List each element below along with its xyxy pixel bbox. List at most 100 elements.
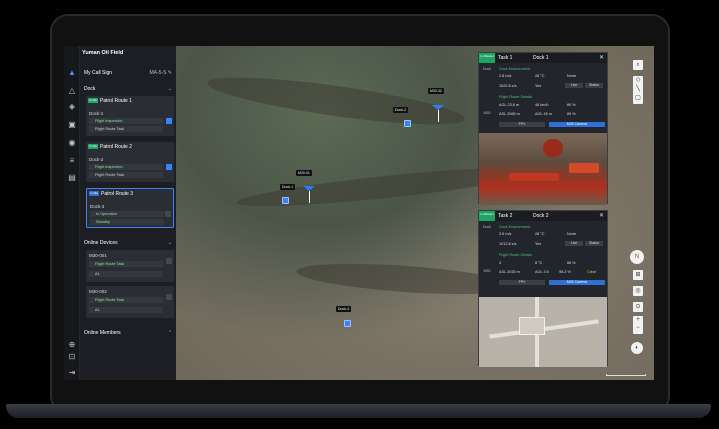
route-name: Patrol Route 1	[100, 98, 132, 104]
device-action-button[interactable]	[166, 294, 172, 300]
locate-button[interactable]	[166, 118, 172, 124]
chevron-down-icon[interactable]: ⌄	[168, 240, 172, 246]
media-icon[interactable]: ▣	[67, 120, 77, 130]
route-name: Patrol Route 3	[101, 191, 133, 197]
drone-map-label: M30-02	[428, 88, 444, 94]
dock-map-label: Dock-2	[393, 107, 409, 113]
altitude-stat: AGL 3.5	[535, 270, 549, 274]
target-icon[interactable]: ⊙	[633, 302, 643, 312]
camera-button[interactable]: M30 Camera	[549, 122, 605, 127]
dock-section-header[interactable]: Dock ⌄	[84, 86, 172, 92]
dock-card-header: In idle Patrol Route 1	[88, 98, 132, 106]
flight-stat: 8 °C	[535, 261, 543, 265]
online-devices-label: Online Devices	[84, 240, 118, 246]
live-video-feed[interactable]	[479, 297, 607, 367]
settings-sliders-icon[interactable]: ≡	[67, 156, 77, 166]
device-icon[interactable]: ◉	[67, 138, 77, 148]
device-line-2: A1	[89, 271, 163, 277]
dock-card-selected[interactable]: In idle Patrol Route 3 Dock-3 In Operatio…	[86, 188, 174, 228]
zoom-control[interactable]: + −	[633, 316, 643, 334]
status-badge: In idle	[88, 98, 99, 104]
live-video-feed[interactable]	[479, 133, 607, 205]
dock-marker[interactable]	[404, 120, 411, 127]
task-panel: In Mission Task 2 Dock 2 ✕ Dock M30 Dock…	[478, 210, 608, 367]
dock-name: Dock-2	[89, 157, 104, 162]
device-name: M30-001	[89, 253, 107, 258]
chevron-up-icon[interactable]: ⌃	[168, 330, 172, 336]
fpv-button[interactable]: FPV	[499, 280, 545, 285]
status-badge: In idle	[89, 191, 100, 197]
alert-icon[interactable]: △	[67, 86, 77, 96]
device-card[interactable]: M30-002 Flight Route Task A1	[86, 286, 174, 318]
task-header: In Mission Task 1 Dock 1 ✕	[479, 53, 607, 63]
section-title: Flight Route Details	[499, 253, 533, 257]
dock-line-2: Flight Route Task	[89, 172, 163, 178]
dock-marker[interactable]	[344, 320, 351, 327]
drone-side-label: M30	[483, 111, 491, 115]
chevron-down-icon[interactable]: ⌄	[168, 86, 172, 92]
status-button[interactable]: Status	[585, 83, 603, 88]
weather-stat: Clear	[587, 270, 597, 274]
laptop-frame: ▲ △ ◈ ▣ ◉ ≡ ▤ ⊕ ⊡ ⇥ Yuman Oil Field My C…	[0, 0, 719, 429]
video-content	[509, 173, 559, 181]
dock-map-label: Dock-1	[280, 184, 296, 190]
locate-icon[interactable]: ◎	[633, 286, 643, 296]
dock-line-2: Standby	[90, 219, 164, 225]
online-devices-header[interactable]: Online Devices ⌄	[84, 240, 172, 246]
device-line-1: Flight Route Task	[89, 261, 163, 267]
live-button[interactable]: Live	[565, 241, 583, 246]
status-button[interactable]: Status	[585, 241, 603, 246]
calendar-icon[interactable]: ▤	[67, 173, 77, 183]
online-members-label: Online Members	[84, 330, 121, 336]
dock-map-label: Dock-3	[336, 306, 352, 312]
dock-line-1: In Operation	[90, 211, 164, 217]
task-status-badge: In Mission	[479, 211, 495, 221]
locate-button[interactable]	[166, 164, 172, 170]
device-name: M30-002	[89, 289, 107, 294]
call-sign-row[interactable]: My Call Sign MA-5-S ✎	[84, 70, 172, 76]
help-icon[interactable]: ⊕	[67, 340, 77, 350]
dock-card-header: In idle Patrol Route 2	[88, 144, 132, 152]
status-badge: In idle	[88, 144, 99, 150]
drone-altitude-stem	[309, 191, 310, 203]
camera-button[interactable]: M30 Camera	[549, 280, 605, 285]
layers-toggle-icon[interactable]: ⊞	[633, 270, 643, 280]
reset-view-icon[interactable]: ◐	[631, 342, 643, 354]
task-dock: Dock 1	[533, 55, 549, 61]
close-icon[interactable]: ✕	[599, 54, 604, 61]
laptop-base	[6, 404, 711, 418]
live-button[interactable]: Live	[565, 83, 583, 88]
dock-card[interactable]: In idle Patrol Route 1 Dock-1 Flight Insp…	[86, 96, 174, 136]
map-status-bar: · · · · · · · · · · · · · · · · · · ·	[296, 375, 330, 379]
map-tools-group[interactable]: ◇ ╲ ▢	[633, 76, 643, 104]
dock-card[interactable]: In idle Patrol Route 2 Dock-2 Flight Insp…	[86, 142, 174, 182]
signal-stat: 89 %	[567, 112, 576, 116]
section-title: Dock Environment	[499, 225, 531, 229]
dock-marker[interactable]	[282, 197, 289, 204]
locate-button[interactable]	[165, 211, 171, 217]
flight-stat: 4	[499, 261, 502, 265]
section-title: Dock Environment	[499, 67, 531, 71]
compass-icon[interactable]: N	[630, 250, 644, 264]
share-icon[interactable]: ⊡	[67, 352, 77, 362]
flight-stat: 48 km/h	[535, 103, 549, 107]
call-sign-value[interactable]: MA-5-S ✎	[149, 70, 172, 76]
search-icon[interactable]: ⌕	[633, 60, 643, 70]
drone-altitude-stem	[438, 110, 439, 122]
layers-icon[interactable]: ◈	[67, 102, 77, 112]
fpv-button[interactable]: FPV	[499, 122, 545, 127]
logout-icon[interactable]: ⇥	[67, 368, 77, 378]
online-members-header[interactable]: Online Members ⌃	[84, 330, 172, 336]
map-view[interactable]: Dock-1 Dock-2 Dock-3 M30-01 M30-02 · · ·…	[176, 46, 654, 380]
signal-stat: 98.2 %	[559, 270, 571, 274]
device-line-1: Flight Route Task	[89, 297, 163, 303]
map-layers-icon[interactable]: ▲	[67, 68, 77, 78]
flight-stat: AGL 23.6 m	[499, 103, 520, 107]
app-title: Yuman Oil Field	[82, 50, 124, 56]
dock-name: Dock-1	[89, 111, 104, 116]
dock-line-1: Flight Inspection	[89, 118, 163, 124]
device-card[interactable]: M30-001 Flight Route Task A1	[86, 250, 174, 282]
close-icon[interactable]: ✕	[599, 212, 604, 219]
device-action-button[interactable]	[166, 258, 172, 264]
video-content	[543, 139, 563, 157]
